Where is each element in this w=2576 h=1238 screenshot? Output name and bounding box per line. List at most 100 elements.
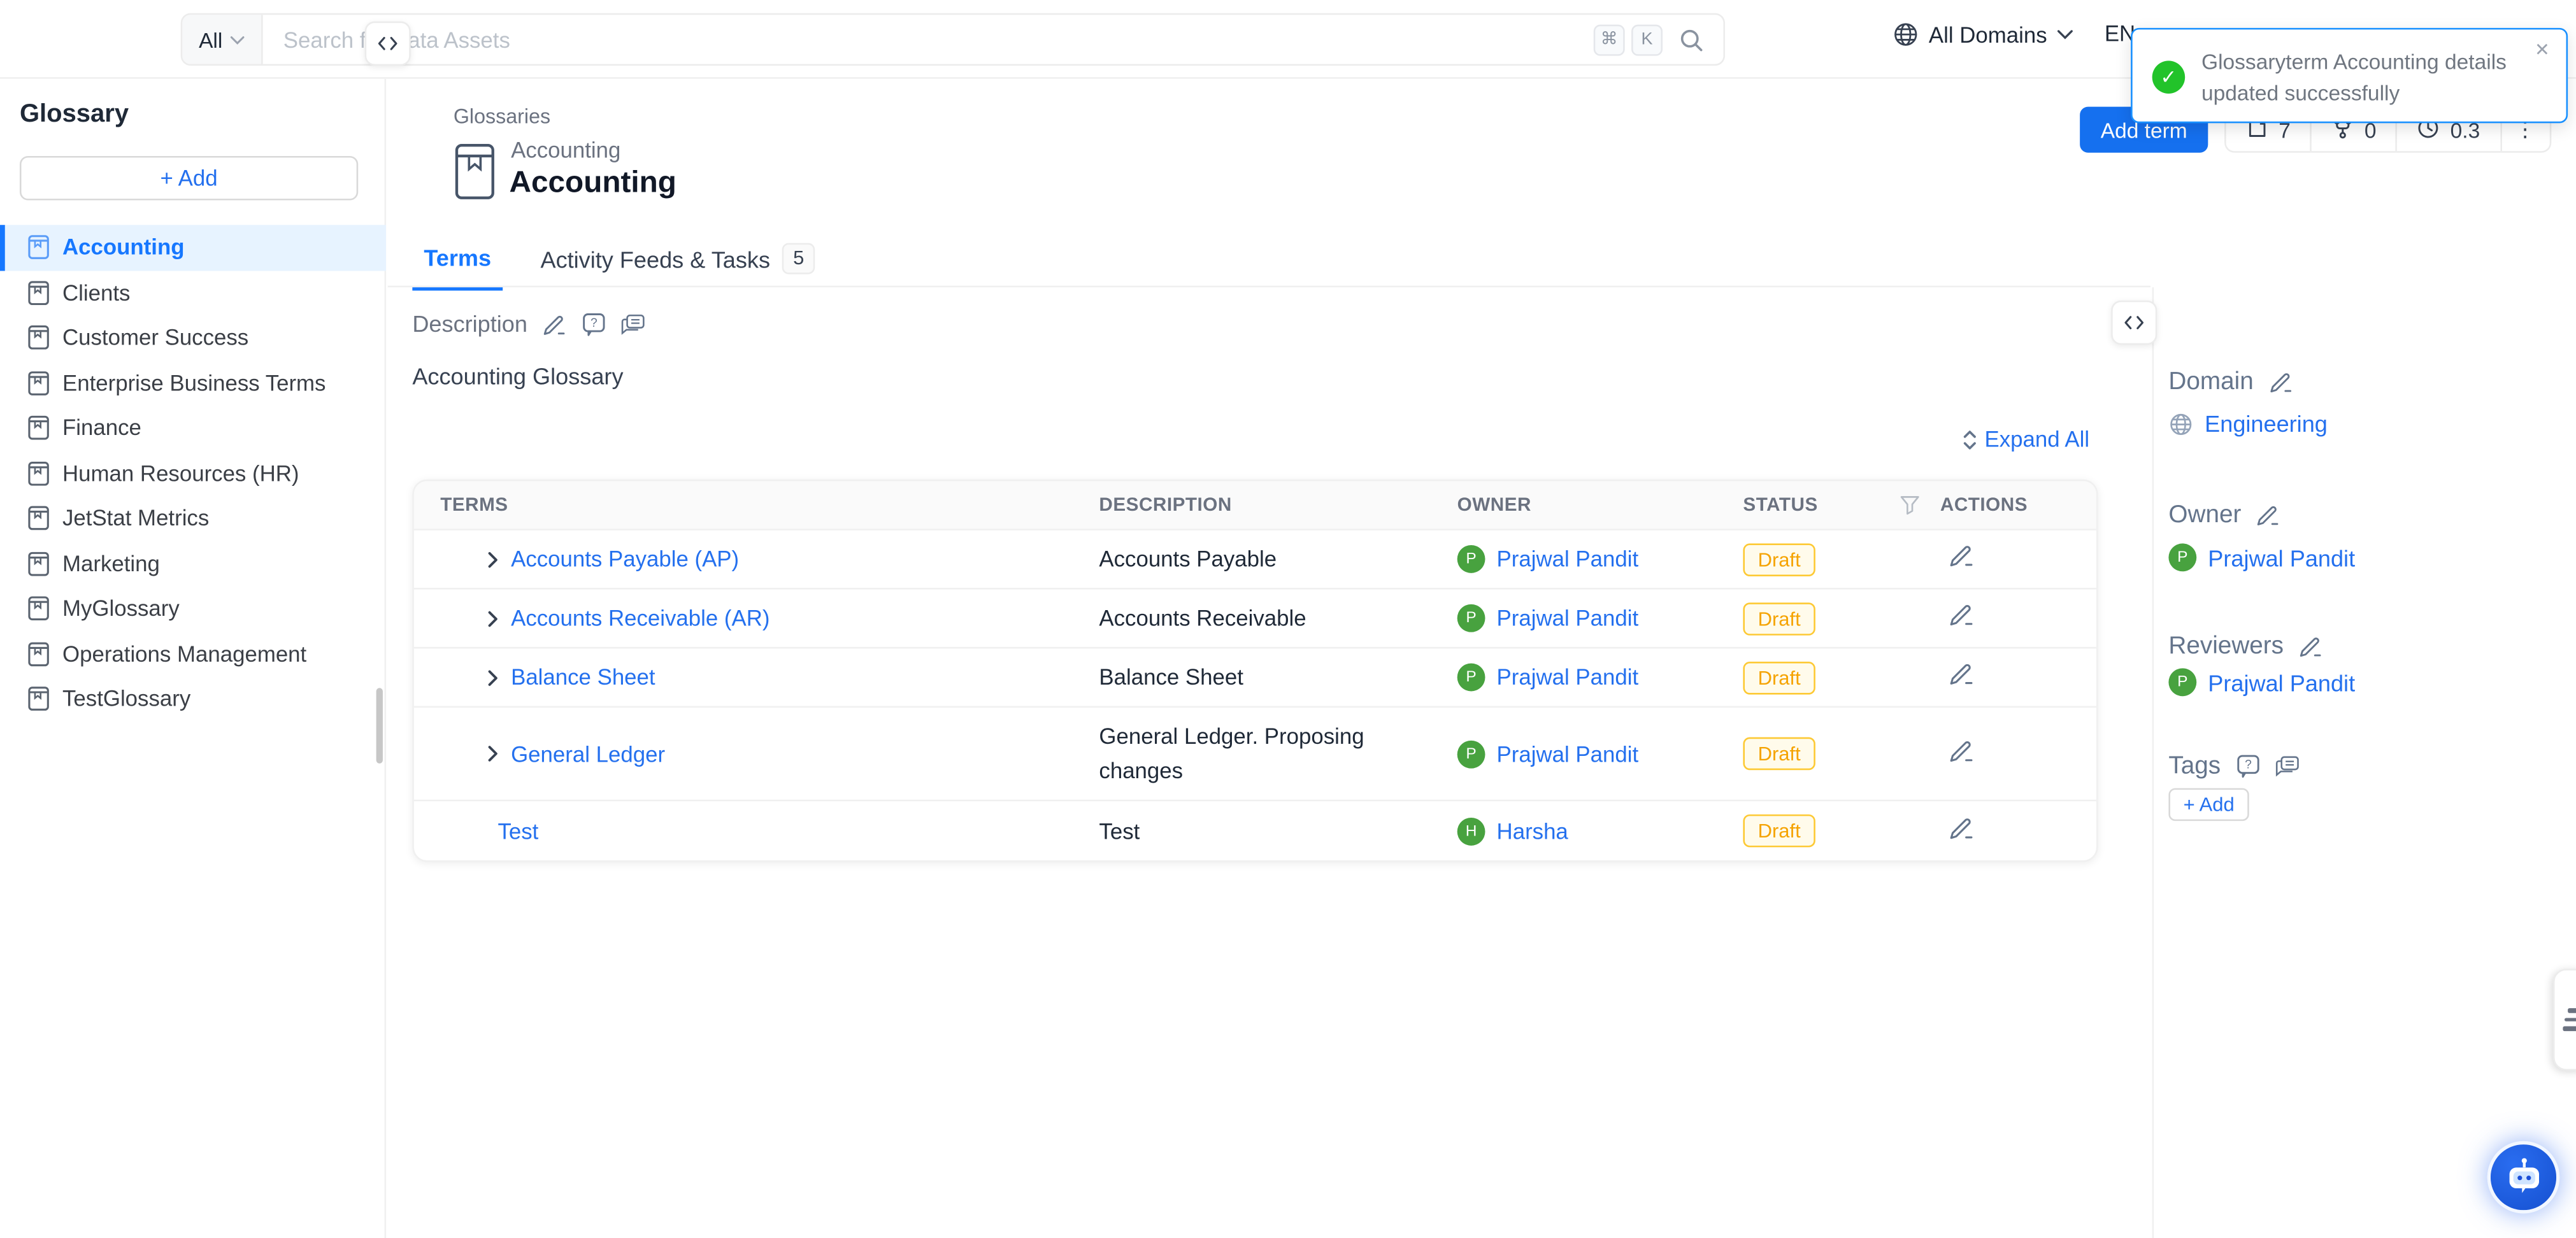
request-tags-icon[interactable]: ? <box>2235 753 2260 778</box>
sidebar-scrollbar[interactable] <box>376 688 383 764</box>
term-link[interactable]: Accounts Payable (AP) <box>511 547 739 572</box>
owner-cell: P Prajwal Pandit <box>1457 664 1743 692</box>
tab-activity-feeds[interactable]: Activity Feeds & Tasks 5 <box>529 239 827 290</box>
chat-assistant-button[interactable] <box>2487 1141 2559 1213</box>
panel-collapse-button[interactable] <box>2111 301 2157 345</box>
sidebar-item-operations-management[interactable]: Operations Management <box>0 631 386 676</box>
sidebar-item-label: JetStat Metrics <box>62 506 209 531</box>
sidebar-item-enterprise-business-terms[interactable]: Enterprise Business Terms <box>0 360 386 406</box>
domains-dropdown[interactable]: All Domains <box>1893 22 2073 48</box>
svg-text:?: ? <box>590 315 597 329</box>
glossary-book-icon <box>28 597 50 622</box>
column-owner: OWNER <box>1457 495 1743 515</box>
sidebar-item-finance[interactable]: Finance <box>0 406 386 451</box>
edit-term-icon[interactable] <box>1949 660 1975 686</box>
edit-term-icon[interactable] <box>1949 814 1975 840</box>
edit-domain-icon[interactable] <box>2268 369 2293 394</box>
sidebar-item-customer-success[interactable]: Customer Success <box>0 315 386 360</box>
tags-comments-icon[interactable] <box>2275 753 2300 778</box>
expand-row-icon[interactable] <box>485 551 501 567</box>
sidebar-item-marketing[interactable]: Marketing <box>0 541 386 587</box>
description-header: Description ? <box>412 310 645 336</box>
term-description-cell: General Ledger. Proposing changes <box>1099 708 1457 799</box>
expand-row-icon[interactable] <box>485 669 501 686</box>
owner-link[interactable]: Prajwal Pandit <box>1497 665 1639 690</box>
reviewer-link[interactable]: Prajwal Pandit <box>2208 669 2355 695</box>
sidebar-item-myglossary[interactable]: MyGlossary <box>0 586 386 631</box>
actions-cell <box>1940 601 2096 636</box>
edit-reviewers-icon[interactable] <box>2298 634 2323 658</box>
owner-cell: PPrajwal Pandit <box>1457 545 1743 573</box>
toast-close-icon[interactable]: ✕ <box>2535 39 2550 61</box>
reviewers-section-header: Reviewers <box>2168 632 2323 660</box>
term-cell: General Ledger <box>414 741 1099 766</box>
glossary-book-icon <box>28 641 50 666</box>
owner-link[interactable]: Prajwal Pandit <box>2208 544 2355 571</box>
search-scope-value: All <box>199 27 222 52</box>
domain-link[interactable]: Engineering <box>2205 411 2328 437</box>
side-widget-handle[interactable] <box>2553 969 2576 1071</box>
globe-icon <box>1893 22 1919 48</box>
owner-link[interactable]: Prajwal Pandit <box>1497 547 1639 572</box>
k-key-badge: K <box>1631 24 1663 55</box>
actions-cell <box>1940 736 2096 771</box>
owner-link[interactable]: Prajwal Pandit <box>1497 741 1639 766</box>
search-input[interactable] <box>264 27 1594 52</box>
edit-term-icon[interactable] <box>1949 542 1975 568</box>
owner-avatar: P <box>1457 664 1485 692</box>
page-title: Accounting <box>510 164 676 201</box>
sidebar-item-clients[interactable]: Clients <box>0 270 386 315</box>
sidebar-item-human-resources-hr-[interactable]: Human Resources (HR) <box>0 451 386 496</box>
term-description-cell: Test <box>1099 802 1457 859</box>
glossary-sidebar: Glossary + Add AccountingClientsCustomer… <box>0 79 386 1238</box>
sidebar-item-testglossary[interactable]: TestGlossary <box>0 676 386 722</box>
term-cell: Accounts Receivable (AR) <box>414 606 1099 630</box>
add-glossary-button[interactable]: + Add <box>20 156 358 201</box>
term-link[interactable]: Test <box>497 818 538 843</box>
term-description: General Ledger. Proposing changes <box>1099 708 1419 799</box>
term-cell: Accounts Payable (AP) <box>414 547 1099 572</box>
table-body: Accounts Payable (AP) Accounts Payable P Pr… <box>414 530 2096 860</box>
search-icon[interactable] <box>1679 27 1704 52</box>
domains-label: All Domains <box>1929 22 2047 47</box>
request-description-icon[interactable]: ? <box>582 311 606 336</box>
glossary-book-icon <box>28 551 50 576</box>
owner-link[interactable]: Prajwal Pandit <box>1497 606 1639 630</box>
owner-cell: PPrajwal Pandit <box>1457 604 1743 632</box>
glossary-book-icon <box>28 371 50 395</box>
sidebar-item-accounting[interactable]: Accounting <box>0 225 386 270</box>
expand-all-button[interactable]: Expand All <box>1961 427 2089 452</box>
edit-description-icon[interactable] <box>542 311 567 336</box>
breadcrumb[interactable]: Glossaries <box>454 105 550 128</box>
reviewers-value-row: P Prajwal Pandit <box>2168 668 2355 696</box>
reviewers-label: Reviewers <box>2168 632 2284 660</box>
term-description: Accounts Payable <box>1099 530 1419 588</box>
owner-link[interactable]: Harsha <box>1497 818 1568 843</box>
status-badge: Draft <box>1743 602 1815 635</box>
sidebar-item-jetstat-metrics[interactable]: JetStat Metrics <box>0 496 386 541</box>
edit-owner-icon[interactable] <box>2256 502 2281 527</box>
term-link[interactable]: Balance Sheet <box>511 665 655 690</box>
global-search[interactable]: All ⌘ K <box>181 13 1725 66</box>
term-description: Balance Sheet <box>1099 648 1419 706</box>
term-link[interactable]: Accounts Receivable (AR) <box>511 606 769 630</box>
tags-label: Tags <box>2168 752 2221 780</box>
expand-row-icon[interactable] <box>485 746 501 762</box>
add-tag-button[interactable]: + Add <box>2168 788 2249 822</box>
terms-table: TERMS DESCRIPTION OWNER STATUS ACTIONS A… <box>412 480 2098 862</box>
sidebar-collapse-button[interactable] <box>365 22 411 66</box>
edit-term-icon[interactable] <box>1949 601 1975 627</box>
tab-terms[interactable]: Terms <box>412 239 503 290</box>
term-link[interactable]: General Ledger <box>511 741 665 766</box>
edit-term-icon[interactable] <box>1949 736 1975 762</box>
glossary-book-icon <box>28 416 50 441</box>
actions-cell <box>1940 542 2096 576</box>
glossary-book-icon <box>28 280 50 305</box>
activity-count-badge: 5 <box>782 243 815 274</box>
expand-row-icon[interactable] <box>485 610 501 627</box>
search-scope-dropdown[interactable]: All <box>182 15 264 64</box>
cmd-key-badge: ⌘ <box>1594 24 1625 55</box>
comments-icon[interactable] <box>621 311 646 336</box>
status-filter-icon[interactable] <box>1899 494 1921 516</box>
glossary-book-icon <box>28 325 50 350</box>
